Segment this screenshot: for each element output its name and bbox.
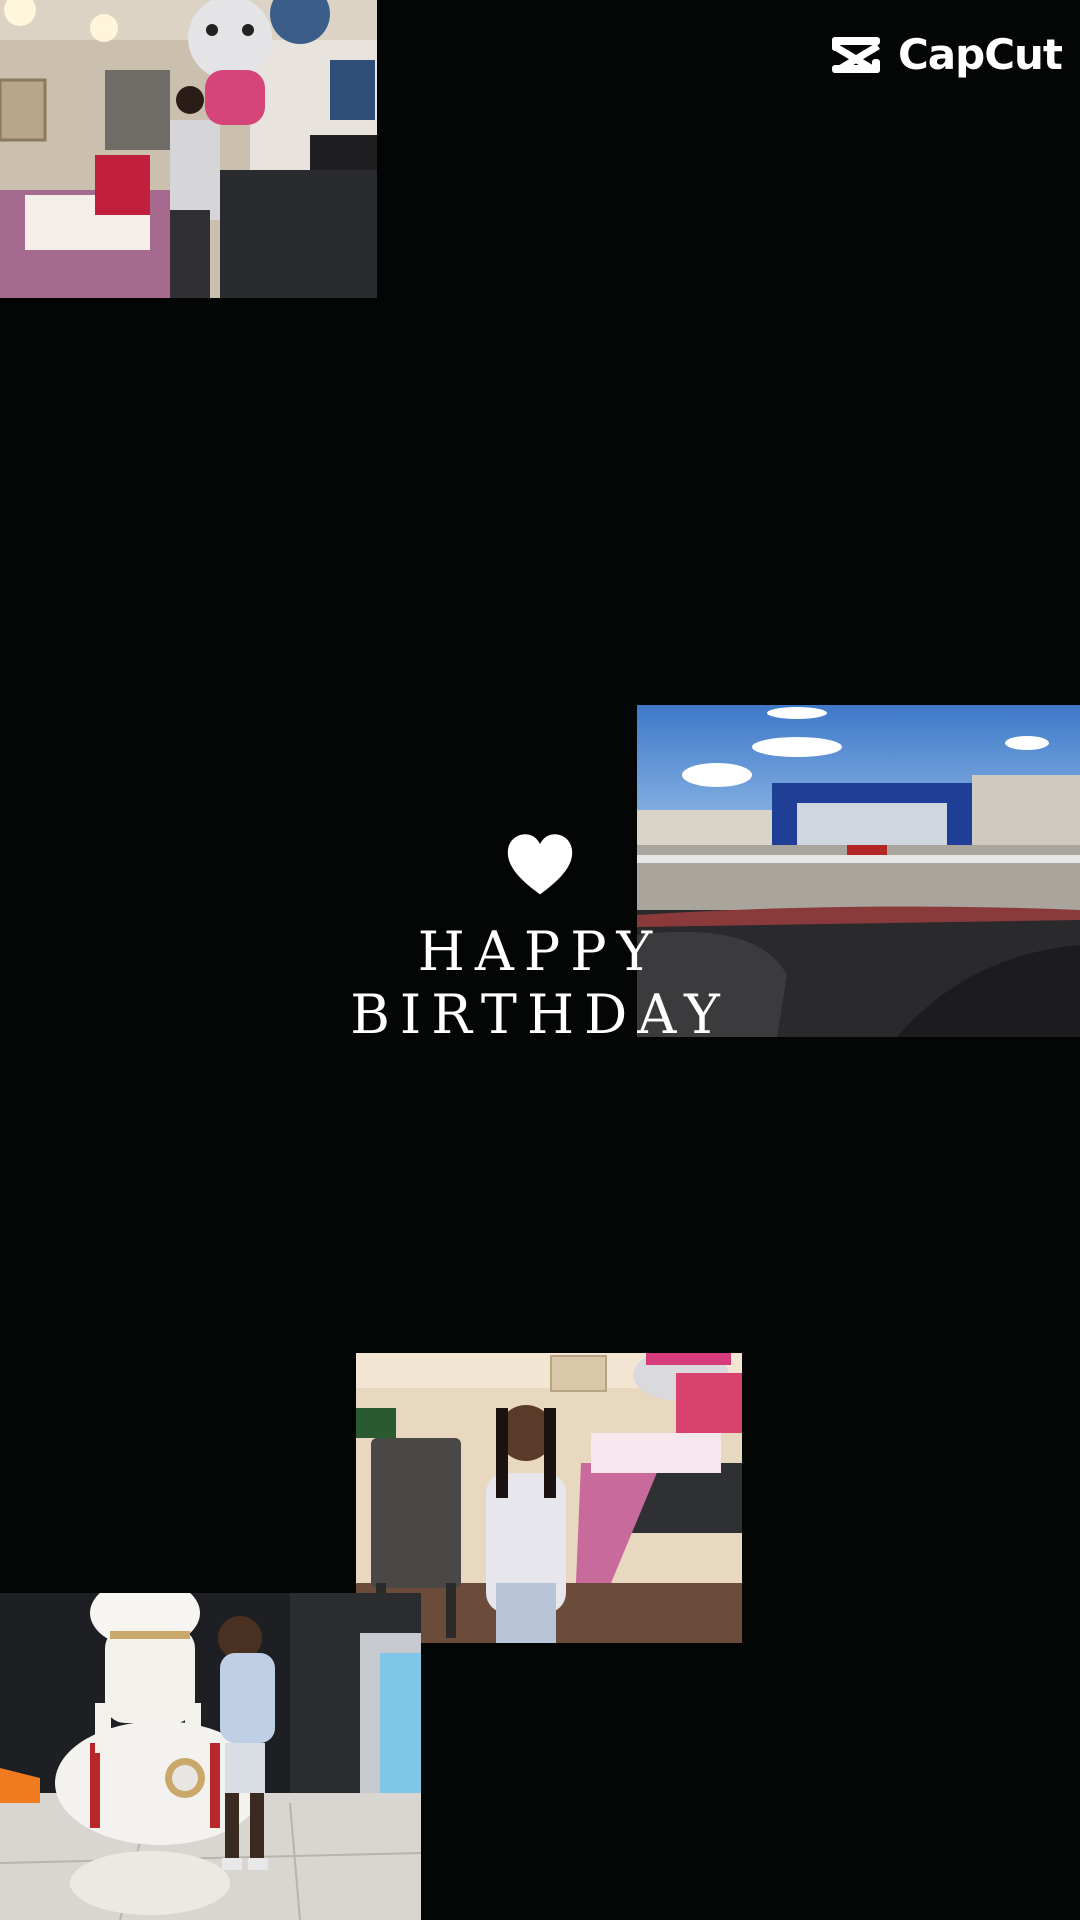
- photo-astronaut: [0, 1593, 421, 1920]
- capcut-logo-icon: [831, 36, 880, 73]
- heart-icon: [507, 834, 573, 895]
- title-happy: HAPPY: [417, 920, 663, 983]
- video-frame: CapCut HAPPY BIRTHDAY: [0, 0, 1080, 1920]
- photo-living-room: [0, 0, 377, 298]
- capcut-watermark: CapCut: [828, 30, 1063, 79]
- capcut-brand-text: CapCut: [897, 30, 1063, 79]
- title-birthday: BIRTHDAY: [350, 983, 730, 1046]
